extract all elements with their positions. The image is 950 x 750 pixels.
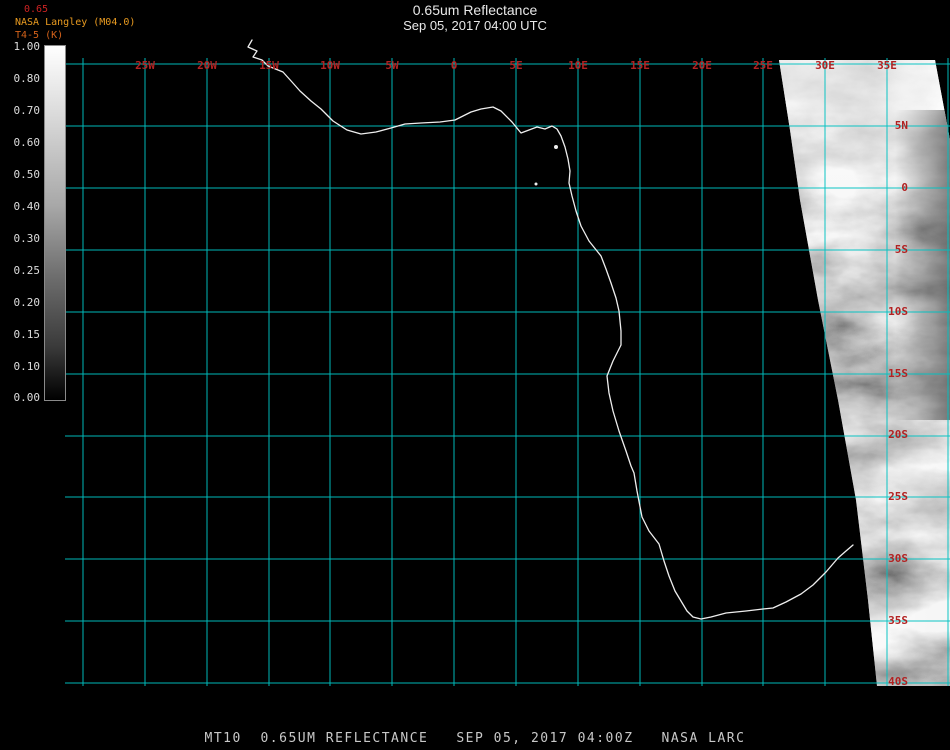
colorbar-tick: 0.80 <box>13 72 41 85</box>
lat-label: 20S <box>888 428 908 441</box>
lon-label: 10W <box>320 59 340 72</box>
lon-label: 35E <box>877 59 897 72</box>
lon-label: 5W <box>385 59 399 72</box>
colorbar-tick: 0.25 <box>13 264 41 277</box>
plot-title-block: 0.65um Reflectance Sep 05, 2017 04:00 UT… <box>0 2 950 33</box>
plot-title: 0.65um Reflectance <box>412 2 538 18</box>
lon-label: 15E <box>630 59 650 72</box>
lon-label: 20E <box>692 59 712 72</box>
lon-label: 25W <box>135 59 155 72</box>
colorbar-tick: 0.20 <box>13 296 41 309</box>
lon-label: 0 <box>450 59 458 72</box>
lat-label: 0 <box>901 181 908 194</box>
lon-label: 10E <box>568 59 588 72</box>
reflectance-colorbar <box>44 45 66 401</box>
lon-label: 20W <box>197 59 217 72</box>
lat-label: 35S <box>888 614 908 627</box>
lon-label: 15W <box>259 59 279 72</box>
island-bioko <box>554 145 558 149</box>
satellite-reflectance-plot: 0.65um Reflectance Sep 05, 2017 04:00 UT… <box>0 0 950 750</box>
lat-label: 5N <box>894 119 908 132</box>
lat-label: 15S <box>888 367 908 380</box>
colorbar-tick: 0.10 <box>13 360 41 373</box>
lon-label: 30E <box>815 59 835 72</box>
lon-label: 25E <box>753 59 773 72</box>
colorbar-tick: 0.40 <box>13 200 41 213</box>
lat-label: 10S <box>888 305 908 318</box>
lat-label: 40S <box>888 675 908 688</box>
lat-label: 30S <box>888 552 908 565</box>
lat-label: 25S <box>888 490 908 503</box>
lon-label: 5E <box>509 59 523 72</box>
coastline <box>247 39 854 620</box>
colorbar-tick: 0.15 <box>13 328 41 341</box>
plot-datetime: Sep 05, 2017 04:00 UTC <box>403 18 547 33</box>
lat-label: 5S <box>894 243 908 256</box>
colorbar-tick: 0.30 <box>13 232 41 245</box>
map-canvas <box>65 39 950 686</box>
colorbar-tick: 0.60 <box>13 136 41 149</box>
channel-label: 0.65 <box>24 4 49 15</box>
colorbar-tick: 0.50 <box>13 168 41 181</box>
colorbar-tick: 0.00 <box>13 391 41 404</box>
footer-caption: MT10 0.65UM REFLECTANCE SEP 05, 2017 04:… <box>204 731 746 746</box>
source-label: NASA Langley (M04.0) <box>15 17 136 28</box>
island-sao-tome <box>534 182 538 186</box>
colorbar-tick: 0.70 <box>13 104 41 117</box>
colorbar-tick: 1.00 <box>13 40 41 53</box>
